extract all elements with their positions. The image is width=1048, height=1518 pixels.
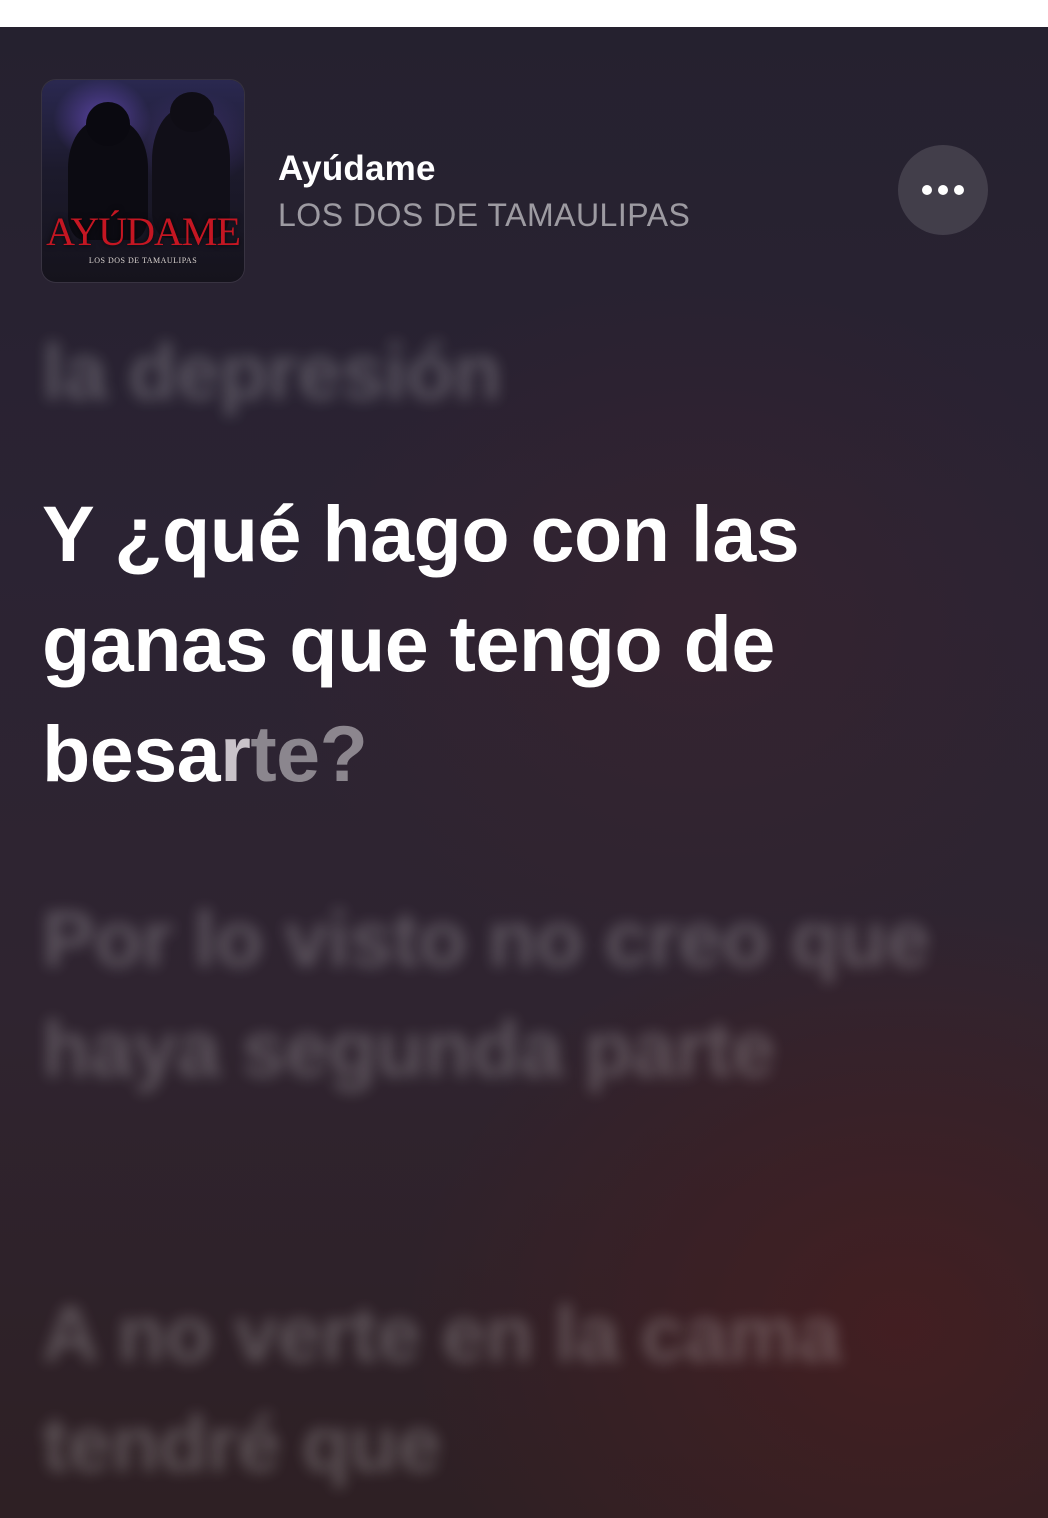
ellipsis-icon xyxy=(922,185,932,195)
artwork-title: AYÚDAME xyxy=(46,209,241,254)
lyric-line-next[interactable]: Por lo visto no creo que haya segunda pa… xyxy=(42,884,982,1104)
more-options-button[interactable] xyxy=(898,145,988,235)
lyric-text: Y ¿qué hago con las ganas que tengo de xyxy=(42,489,800,688)
album-artwork[interactable]: AYÚDAME LOS DOS DE TAMAULIPAS xyxy=(42,80,244,282)
lyric-unsung-text: te? xyxy=(250,709,368,798)
artwork-figure xyxy=(170,92,214,132)
song-artist[interactable]: LOS DOS DE TAMAULIPAS xyxy=(278,197,690,234)
lyric-line-next[interactable]: A no verte en la cama tendré que xyxy=(42,1279,982,1499)
artwork-subtitle: LOS DOS DE TAMAULIPAS xyxy=(88,256,198,265)
lyrics-screen: AYÚDAME LOS DOS DE TAMAULIPAS Ayúdame LO… xyxy=(0,27,1048,1518)
ellipsis-icon xyxy=(938,185,948,195)
lyric-line-previous[interactable]: la depresión xyxy=(42,317,982,427)
song-title[interactable]: Ayúdame xyxy=(278,149,436,189)
now-playing-header: AYÚDAME LOS DOS DE TAMAULIPAS Ayúdame LO… xyxy=(0,27,1048,287)
lyric-partial-text: r xyxy=(220,709,251,798)
lyric-sung-text: besa xyxy=(42,709,221,798)
artwork-figure xyxy=(86,102,130,146)
ellipsis-icon xyxy=(954,185,964,195)
lyric-line-current[interactable]: Y ¿qué hago con las ganas que tengo de b… xyxy=(42,479,982,809)
